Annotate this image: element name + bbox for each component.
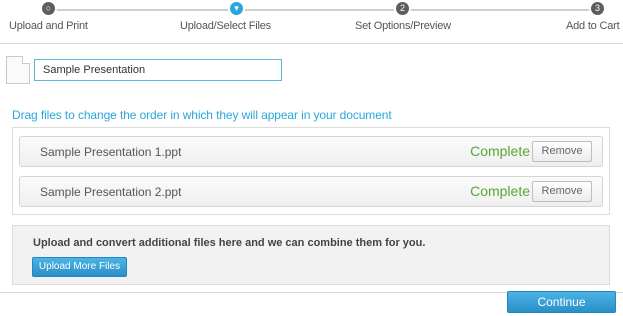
file-name: Sample Presentation 1.ppt <box>40 145 182 159</box>
step-label: Upload and Print <box>9 20 88 32</box>
file-row[interactable]: Sample Presentation 2.ppt Complete ✔ Rem… <box>19 176 603 207</box>
step-number-badge: 3 <box>591 2 604 15</box>
step-add-to-cart[interactable]: 3 Add to Cart <box>566 2 620 32</box>
remove-button[interactable]: Remove <box>532 181 592 202</box>
step-upload-select-files[interactable]: ▾ Upload/Select Files <box>180 2 271 32</box>
divider <box>0 43 623 44</box>
upload-more-files-button[interactable]: Upload More Files <box>32 257 127 277</box>
remove-button[interactable]: Remove <box>532 141 592 162</box>
drag-hint-text: Drag files to change the order in which … <box>12 108 392 122</box>
chevron-down-icon: ▾ <box>230 2 243 15</box>
step-circle-icon: ○ <box>42 2 55 15</box>
file-name: Sample Presentation 2.ppt <box>40 185 182 199</box>
status-text: Complete <box>470 183 530 199</box>
document-icon <box>6 56 30 84</box>
step-label: Upload/Select Files <box>180 20 271 32</box>
progress-stepper: ○ Upload and Print ▾ Upload/Select Files… <box>0 0 623 40</box>
upload-more-text: Upload and convert additional files here… <box>33 237 426 249</box>
upload-more-panel: Upload and convert additional files here… <box>12 225 610 285</box>
stepper-line <box>43 9 596 11</box>
document-title-input[interactable] <box>34 59 282 81</box>
file-list-panel: Sample Presentation 1.ppt Complete ✔ Rem… <box>12 127 610 215</box>
continue-button[interactable]: Continue <box>507 291 616 313</box>
status-text: Complete <box>470 143 530 159</box>
step-label: Add to Cart <box>566 20 620 32</box>
file-row[interactable]: Sample Presentation 1.ppt Complete ✔ Rem… <box>19 136 603 167</box>
step-set-options-preview[interactable]: 2 Set Options/Preview <box>355 2 451 32</box>
step-upload-and-print[interactable]: ○ Upload and Print <box>9 2 88 32</box>
step-number-badge: 2 <box>396 2 409 15</box>
step-label: Set Options/Preview <box>355 20 451 32</box>
